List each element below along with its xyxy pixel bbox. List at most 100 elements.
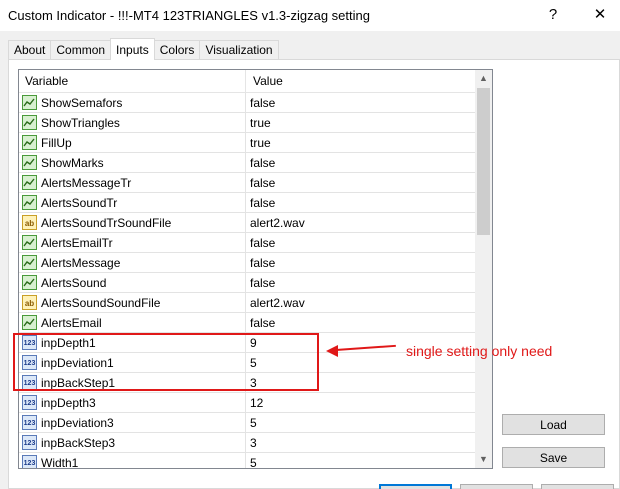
cancel-button[interactable] xyxy=(460,484,533,489)
tab-colors[interactable]: Colors xyxy=(153,40,201,59)
value-cell[interactable]: 5 xyxy=(250,416,257,430)
scroll-down-icon[interactable]: ▼ xyxy=(475,451,492,468)
load-button[interactable]: Load xyxy=(502,414,605,435)
grid-row[interactable]: AlertsMessage false xyxy=(19,253,475,273)
reset-button[interactable] xyxy=(541,484,614,489)
variable-name: AlertsMessageTr xyxy=(41,176,132,190)
grid-row[interactable]: FillUp true xyxy=(19,133,475,153)
value-cell[interactable]: alert2.wav xyxy=(250,216,305,230)
value-cell[interactable]: false xyxy=(250,196,275,210)
save-button[interactable]: Save xyxy=(502,447,605,468)
close-button[interactable]: ✕ xyxy=(588,4,612,26)
variable-cell: ShowMarks xyxy=(19,153,246,172)
grid-row[interactable]: 123 inpBackStep3 3 xyxy=(19,433,475,453)
grid-row[interactable]: 123 inpDeviation3 5 xyxy=(19,413,475,433)
variable-cell: AlertsEmail xyxy=(19,313,246,332)
variable-name: ShowMarks xyxy=(41,156,104,170)
grid-row[interactable]: 123 inpDepth3 12 xyxy=(19,393,475,413)
variable-cell: ShowTriangles xyxy=(19,113,246,132)
value-cell[interactable]: false xyxy=(250,256,275,270)
grid-row[interactable]: ShowSemafors false xyxy=(19,93,475,113)
variable-name: AlertsSoundTrSoundFile xyxy=(41,216,172,230)
grid-row[interactable]: AlertsEmailTr false xyxy=(19,233,475,253)
value-cell[interactable]: alert2.wav xyxy=(250,296,305,310)
variable-cell: FillUp xyxy=(19,133,246,152)
bool-param-icon xyxy=(22,135,37,150)
value-cell[interactable]: false xyxy=(250,96,275,110)
annotation-highlight-box xyxy=(13,333,319,391)
grid-row[interactable]: ShowMarks false xyxy=(19,153,475,173)
variable-name: AlertsEmail xyxy=(41,316,102,330)
value-cell[interactable]: false xyxy=(250,276,275,290)
grid-row[interactable]: ab AlertsSoundSoundFile alert2.wav xyxy=(19,293,475,313)
grid-row[interactable]: AlertsSound false xyxy=(19,273,475,293)
grid-row[interactable]: AlertsSoundTr false xyxy=(19,193,475,213)
variable-name: AlertsEmailTr xyxy=(41,236,113,250)
help-button[interactable]: ? xyxy=(541,4,565,26)
variable-cell: ab AlertsSoundSoundFile xyxy=(19,293,246,312)
grid-row[interactable]: 123 Width1 5 xyxy=(19,453,475,469)
integer-param-icon: 123 xyxy=(22,455,37,468)
bool-param-icon xyxy=(22,195,37,210)
variable-cell: ab AlertsSoundTrSoundFile xyxy=(19,213,246,232)
variable-name: AlertsSoundTr xyxy=(41,196,118,210)
variable-cell: AlertsSoundTr xyxy=(19,193,246,212)
variable-cell: AlertsSound xyxy=(19,273,246,292)
value-cell[interactable]: 12 xyxy=(250,396,263,410)
value-cell[interactable]: false xyxy=(250,176,275,190)
value-cell[interactable]: false xyxy=(250,156,275,170)
variable-name: AlertsSound xyxy=(41,276,107,290)
bool-param-icon xyxy=(22,275,37,290)
variable-name: inpDeviation3 xyxy=(41,416,114,430)
variable-cell: 123 Width1 xyxy=(19,453,246,469)
window-title: Custom Indicator - !!!-MT4 123TRIANGLES … xyxy=(8,8,370,23)
value-cell[interactable]: 5 xyxy=(250,456,257,468)
variable-name: FillUp xyxy=(41,136,72,150)
column-header-variable[interactable]: Variable xyxy=(25,74,68,88)
variable-cell: AlertsMessage xyxy=(19,253,246,272)
grid-row[interactable]: ShowTriangles true xyxy=(19,113,475,133)
variable-name: inpBackStep3 xyxy=(41,436,116,450)
variable-cell: ShowSemafors xyxy=(19,93,246,112)
value-cell[interactable]: false xyxy=(250,236,275,250)
title-bar: Custom Indicator - !!!-MT4 123TRIANGLES … xyxy=(0,0,620,31)
grid-row[interactable]: AlertsEmail false xyxy=(19,313,475,333)
variable-cell: 123 inpDeviation3 xyxy=(19,413,246,432)
inputs-grid: Variable Value ShowSemafors false ShowTria… xyxy=(18,69,493,469)
annotation-note: single setting only need xyxy=(406,343,553,359)
grid-header: Variable Value xyxy=(19,70,475,93)
bool-param-icon xyxy=(22,175,37,190)
scroll-thumb[interactable] xyxy=(477,88,490,235)
tab-inputs[interactable]: Inputs xyxy=(110,38,155,60)
tab-common[interactable]: Common xyxy=(50,40,112,59)
bool-param-icon xyxy=(22,155,37,170)
variable-cell: AlertsEmailTr xyxy=(19,233,246,252)
value-cell[interactable]: false xyxy=(250,316,275,330)
integer-param-icon: 123 xyxy=(22,395,37,410)
tab-strip: About Common Inputs Colors Visualization xyxy=(8,38,279,60)
tab-about[interactable]: About xyxy=(8,40,52,59)
variable-name: AlertsMessage xyxy=(41,256,121,270)
grid-row[interactable]: ab AlertsSoundTrSoundFile alert2.wav xyxy=(19,213,475,233)
value-cell[interactable]: true xyxy=(250,116,271,130)
string-param-icon: ab xyxy=(22,295,37,310)
value-cell[interactable]: 3 xyxy=(250,436,257,450)
tab-visualization[interactable]: Visualization xyxy=(199,40,279,59)
variable-name: Width1 xyxy=(41,456,79,469)
variable-cell: 123 inpDepth3 xyxy=(19,393,246,412)
vertical-scrollbar[interactable]: ▲ ▼ xyxy=(475,70,492,468)
value-cell[interactable]: true xyxy=(250,136,271,150)
integer-param-icon: 123 xyxy=(22,435,37,450)
variable-name: ShowTriangles xyxy=(41,116,120,130)
grid-row[interactable]: AlertsMessageTr false xyxy=(19,173,475,193)
column-divider[interactable] xyxy=(245,70,246,92)
column-header-value[interactable]: Value xyxy=(253,74,283,88)
ok-button[interactable] xyxy=(379,484,452,489)
variable-name: ShowSemafors xyxy=(41,96,123,110)
bool-param-icon xyxy=(22,115,37,130)
bool-param-icon xyxy=(22,235,37,250)
integer-param-icon: 123 xyxy=(22,415,37,430)
variable-cell: 123 inpBackStep3 xyxy=(19,433,246,452)
scroll-up-icon[interactable]: ▲ xyxy=(475,70,492,87)
string-param-icon: ab xyxy=(22,215,37,230)
